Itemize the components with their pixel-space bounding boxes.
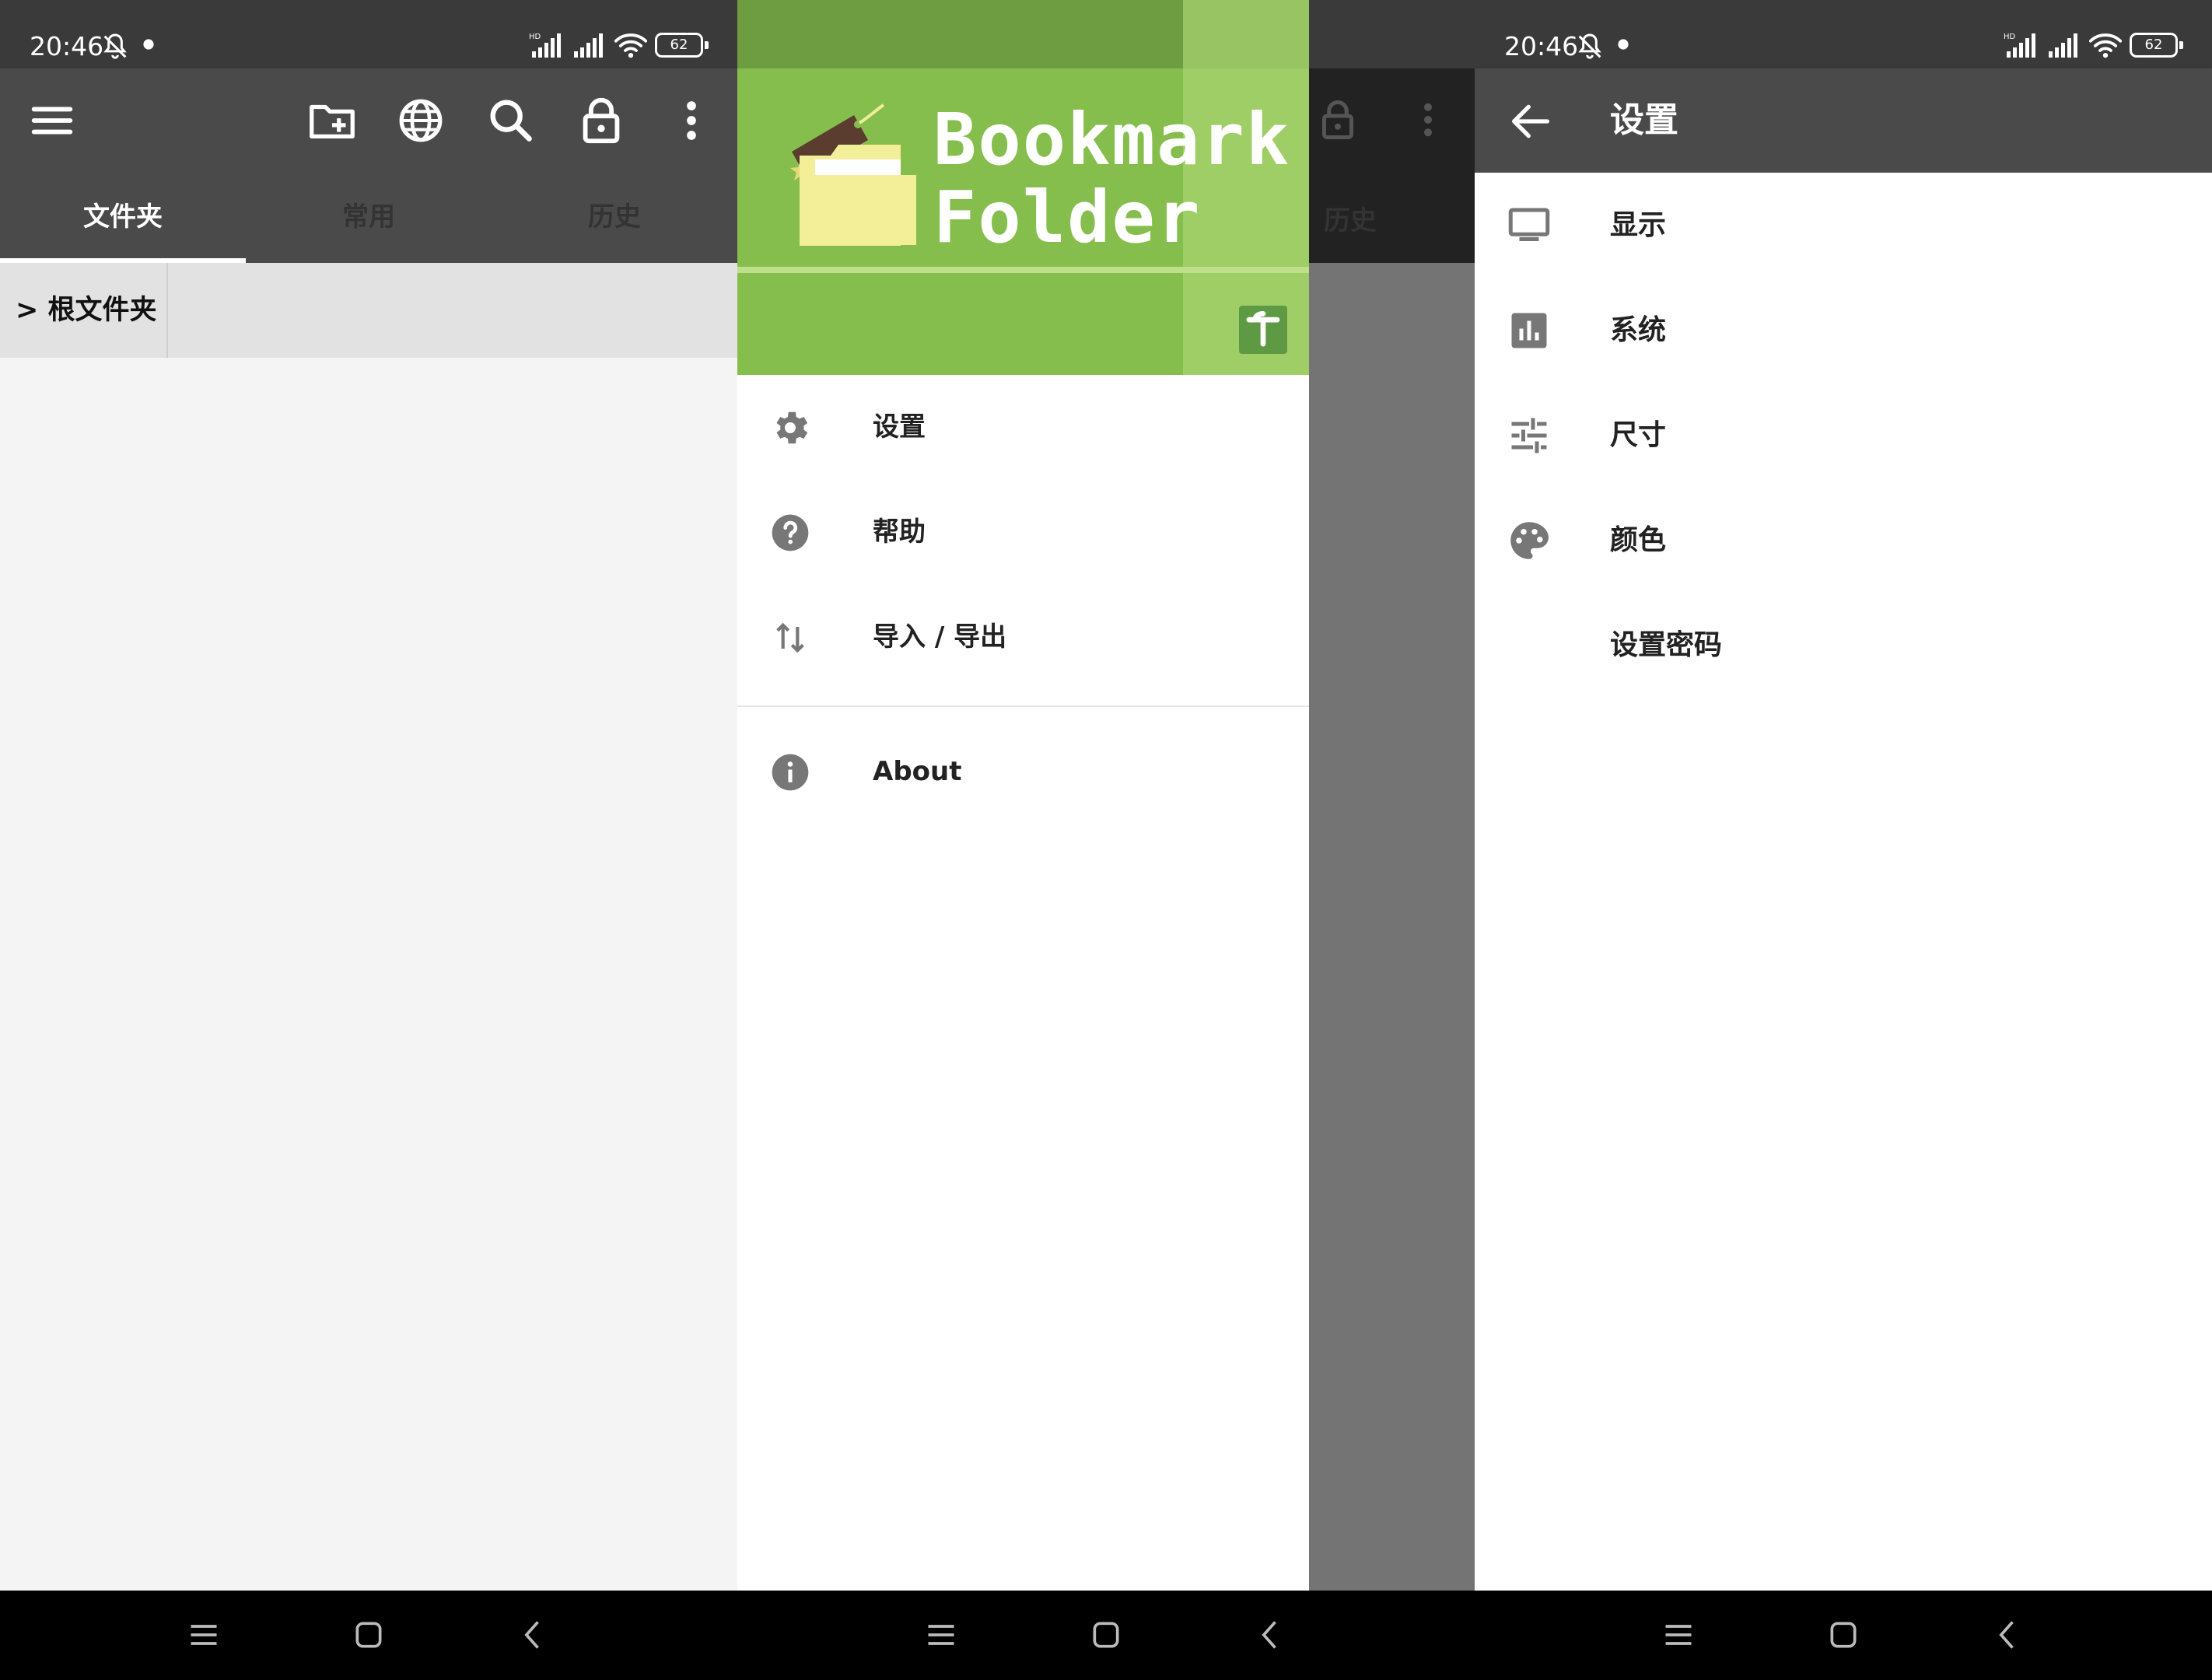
system-nav-bar: [1475, 1591, 2212, 1680]
palette-icon: [1510, 522, 1549, 559]
signal-icon: [574, 33, 603, 58]
settings-item-label: 颜色: [1610, 524, 1667, 556]
drawer-scrim[interactable]: [1309, 263, 1475, 1591]
sliders-icon: [1511, 418, 1547, 453]
bell-muted-icon: [1578, 33, 1601, 59]
home-icon[interactable]: [1826, 1618, 1860, 1652]
logo-line-1: Bookmark: [933, 98, 1291, 181]
home-icon[interactable]: [1089, 1618, 1123, 1652]
info-icon: [772, 754, 809, 791]
bar-chart-icon: [1511, 313, 1547, 348]
settings-item-color[interactable]: 颜色: [1475, 488, 2212, 593]
settings-item-label: 显示: [1610, 209, 1667, 241]
logo-line-2: Folder: [933, 176, 1202, 259]
tab-bar: 文件夹 常用 历史: [0, 171, 737, 263]
wifi-icon: [614, 33, 647, 58]
help-icon: [772, 514, 809, 551]
page-title: 设置: [1610, 100, 1678, 140]
drawer-item-label: 导入 / 导出: [873, 621, 1007, 653]
folder-list: [0, 358, 737, 1591]
search-icon[interactable]: [484, 93, 538, 148]
screen-drawer: 20:46 历史 Bookmark Folder: [737, 0, 1475, 1680]
breadcrumb-bar: > 根文件夹: [0, 263, 737, 358]
globe-icon[interactable]: [394, 93, 448, 148]
back-nav-icon[interactable]: [516, 1618, 551, 1652]
signal-hd-icon: HD: [2004, 33, 2035, 58]
system-nav-bar: [0, 1591, 737, 1680]
tab-folders[interactable]: 文件夹: [0, 171, 246, 263]
screen-folders: 20:46 HD 62 文件夹 常用 历史 > 根文件夹: [0, 0, 737, 1680]
back-arrow-icon[interactable]: [1506, 96, 1556, 146]
drawer-divider: [737, 705, 1309, 707]
settings-item-display[interactable]: 显示: [1475, 173, 2212, 278]
bell-muted-icon: [103, 33, 127, 59]
back-nav-icon[interactable]: [1991, 1618, 2025, 1652]
wifi-icon: [2089, 33, 2122, 58]
tab-history: 历史: [1324, 205, 1377, 236]
tab-history[interactable]: 历史: [492, 171, 737, 263]
system-nav-bar: [737, 1591, 1475, 1680]
back-nav-icon[interactable]: [1254, 1618, 1288, 1652]
status-bar: 20:46 HD 62: [1475, 0, 2212, 68]
breadcrumb[interactable]: > 根文件夹: [0, 263, 168, 358]
monitor-icon: [1508, 208, 1550, 241]
app-logo-text: Bookmark Folder: [933, 101, 1290, 257]
signal-hd-icon: HD: [529, 33, 561, 58]
recents-icon[interactable]: [1661, 1618, 1696, 1652]
lock-icon: [1322, 100, 1353, 139]
status-bar: 20:46 HD 62: [0, 0, 737, 68]
drawer-item-label: 帮助: [873, 516, 926, 548]
svg-text:HD: HD: [529, 33, 541, 41]
recents-icon[interactable]: [187, 1618, 221, 1652]
gear-icon: [776, 411, 808, 444]
home-icon[interactable]: [352, 1618, 386, 1652]
drawer-item-about[interactable]: About: [737, 719, 1309, 824]
settings-item-label: 尺寸: [1610, 419, 1667, 451]
settings-item-system[interactable]: 系统: [1475, 278, 2212, 383]
signal-icon: [2049, 33, 2077, 58]
settings-item-label: 系统: [1610, 314, 1667, 346]
settings-list: 显示 系统 尺寸 颜色 设置密码: [1475, 173, 2212, 1591]
settings-toolbar: 设置: [1475, 68, 2212, 173]
lock-icon[interactable]: [574, 93, 628, 148]
status-time: 20:46: [30, 31, 104, 61]
svg-text:HD: HD: [2004, 33, 2016, 41]
recents-icon[interactable]: [924, 1618, 958, 1652]
add-folder-icon[interactable]: [305, 93, 359, 148]
settings-item-password[interactable]: 设置密码: [1475, 593, 2212, 698]
tab-frequent[interactable]: 常用: [246, 171, 492, 263]
more-vert-icon[interactable]: [664, 93, 719, 148]
status-time: 20:46: [1504, 31, 1579, 61]
screen-settings: 20:46 HD 62 设置 显示 系统 尺寸 颜色 设置密码: [1475, 0, 2212, 1680]
drawer-item-label: About: [873, 756, 962, 787]
drawer-item-help[interactable]: 帮助: [737, 480, 1309, 585]
notification-icon: [1618, 39, 1629, 50]
drawer-item-settings[interactable]: 设置: [737, 375, 1309, 480]
battery-indicator: 62: [2130, 33, 2183, 58]
app-toolbar: [0, 68, 737, 171]
bookmark-folder-logo-icon: [790, 103, 916, 246]
drawer-item-import-export[interactable]: 导入 / 导出: [737, 585, 1309, 690]
header-line: [737, 267, 1309, 273]
import-export-icon: [776, 622, 804, 653]
settings-item-size[interactable]: 尺寸: [1475, 383, 2212, 488]
drawer-item-label: 设置: [873, 411, 926, 443]
battery-indicator: 62: [655, 33, 709, 58]
developer-badge-icon[interactable]: [1239, 306, 1287, 354]
more-vert-icon: [1424, 103, 1432, 137]
settings-item-label: 设置密码: [1610, 629, 1723, 661]
menu-icon[interactable]: [25, 93, 79, 148]
navigation-drawer: Bookmark Folder 设置 帮助 导入 / 导出 About: [737, 0, 1309, 1591]
notification-icon: [143, 39, 154, 50]
drawer-header: Bookmark Folder: [737, 0, 1309, 375]
